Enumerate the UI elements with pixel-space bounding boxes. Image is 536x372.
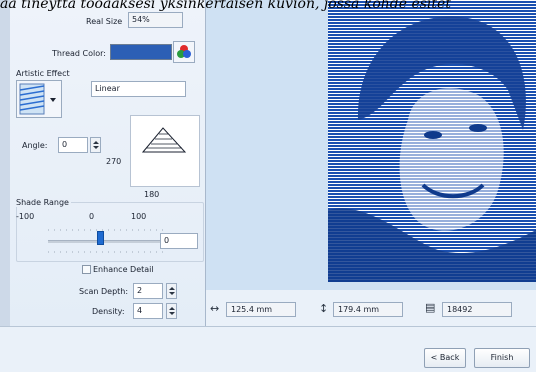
effect-selector-button[interactable] <box>16 80 62 118</box>
density-spinner[interactable] <box>166 303 177 319</box>
height-readout: 179.4 mm <box>333 302 403 317</box>
vertical-arrow-icon: ↕ <box>319 302 329 315</box>
angle-spinner[interactable] <box>90 137 101 153</box>
enhance-detail-checkbox[interactable] <box>82 265 91 274</box>
spinner-up-icon[interactable] <box>93 141 99 144</box>
shade-range-mid-label: 0 <box>89 212 95 221</box>
spinner-down-icon[interactable] <box>93 146 99 149</box>
artistic-effect-label: Artistic Effect <box>16 69 70 78</box>
status-bar: ↔ 125.4 mm ↕ 179.4 mm ▤ 18492 <box>206 290 536 326</box>
shade-slider-thumb[interactable] <box>97 231 104 245</box>
shade-slider-track[interactable] <box>48 240 163 243</box>
scan-depth-spinner[interactable] <box>166 283 177 299</box>
angle-dial-left-label: 270 <box>106 157 122 166</box>
angle-label: Angle: <box>22 141 48 150</box>
spinner-up-icon[interactable] <box>169 307 175 310</box>
angle-dial-icon <box>141 127 187 153</box>
shade-range-min-label: -100 <box>16 212 35 221</box>
linear-effect-icon <box>19 83 56 115</box>
shade-slider-ticks-top <box>48 229 163 231</box>
embroidery-preview-image <box>328 0 536 282</box>
scan-depth-input[interactable]: 2 <box>133 283 163 299</box>
angle-dial[interactable] <box>130 115 200 187</box>
back-button[interactable]: < Back <box>424 348 466 368</box>
spinner-down-icon[interactable] <box>169 292 175 295</box>
wizard-footer: < Back Finish <box>0 326 536 372</box>
color-picker-button[interactable] <box>173 41 195 63</box>
angle-dial-bottom-label: 180 <box>144 190 160 199</box>
real-size-label: Real Size <box>86 17 123 26</box>
scan-depth-label: Scan Depth: <box>79 287 129 296</box>
shade-slider-ticks-bottom <box>48 251 163 253</box>
shade-range-input[interactable]: 0 <box>160 233 198 249</box>
stitch-count-readout: 18492 <box>442 302 512 317</box>
spinner-up-icon[interactable] <box>169 287 175 290</box>
settings-panel: Real Size 54% Thread Color: Artistic Eff… <box>0 0 205 326</box>
dropdown-arrow-icon <box>50 98 56 102</box>
settings-panel-inner: Real Size 54% Thread Color: Artistic Eff… <box>10 0 205 326</box>
shade-range-group <box>16 202 204 262</box>
thread-color-label: Thread Color: <box>52 49 106 58</box>
caption-text: aa tineytta tooaaksesi yksinkertaisen ku… <box>0 0 451 12</box>
angle-input[interactable]: 0 <box>58 137 88 153</box>
panel-edge <box>0 0 10 326</box>
density-label: Density: <box>92 307 125 316</box>
palette-icon <box>177 45 191 58</box>
width-readout: 125.4 mm <box>226 302 296 317</box>
horizontal-arrow-icon: ↔ <box>210 302 220 315</box>
portrait-illustration <box>328 16 536 282</box>
shade-range-max-label: 100 <box>131 212 147 221</box>
effect-value-field: Linear <box>91 81 186 97</box>
enhance-detail-label: Enhance Detail <box>93 265 154 274</box>
finish-button[interactable]: Finish <box>474 348 530 368</box>
thread-color-swatch[interactable] <box>110 44 172 60</box>
preview-area <box>206 0 536 290</box>
stitch-count-icon: ▤ <box>425 301 436 314</box>
spinner-down-icon[interactable] <box>169 312 175 315</box>
shade-range-label: Shade Range <box>14 198 71 207</box>
density-input[interactable]: 4 <box>133 303 163 319</box>
